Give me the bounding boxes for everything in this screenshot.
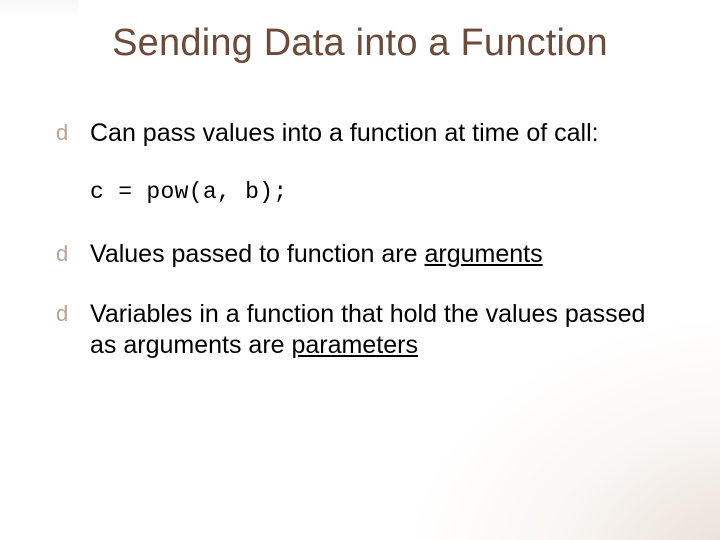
bullet-item: d Values passed to function are argument… [56,239,672,270]
corner-shadow [0,0,78,18]
slide-title: Sending Data into a Function [0,22,720,65]
bullet-text-underline: arguments [424,240,542,268]
slide: Sending Data into a Function d Can pass … [0,0,720,540]
bullet-text-pre: Values passed to function are [90,240,424,268]
bullet-icon: d [56,303,68,325]
bullet-icon: d [56,122,68,144]
bullet-item: d Can pass values into a function at tim… [56,118,672,149]
bullet-text-underline: parameters [292,331,418,359]
bullet-item: d Variables in a function that hold the … [56,299,672,360]
bullet-text: Can pass values into a function at time … [90,119,599,147]
slide-body: d Can pass values into a function at tim… [56,118,672,390]
bullet-icon: d [56,243,68,265]
code-line: c = pow(a, b); [56,179,672,205]
